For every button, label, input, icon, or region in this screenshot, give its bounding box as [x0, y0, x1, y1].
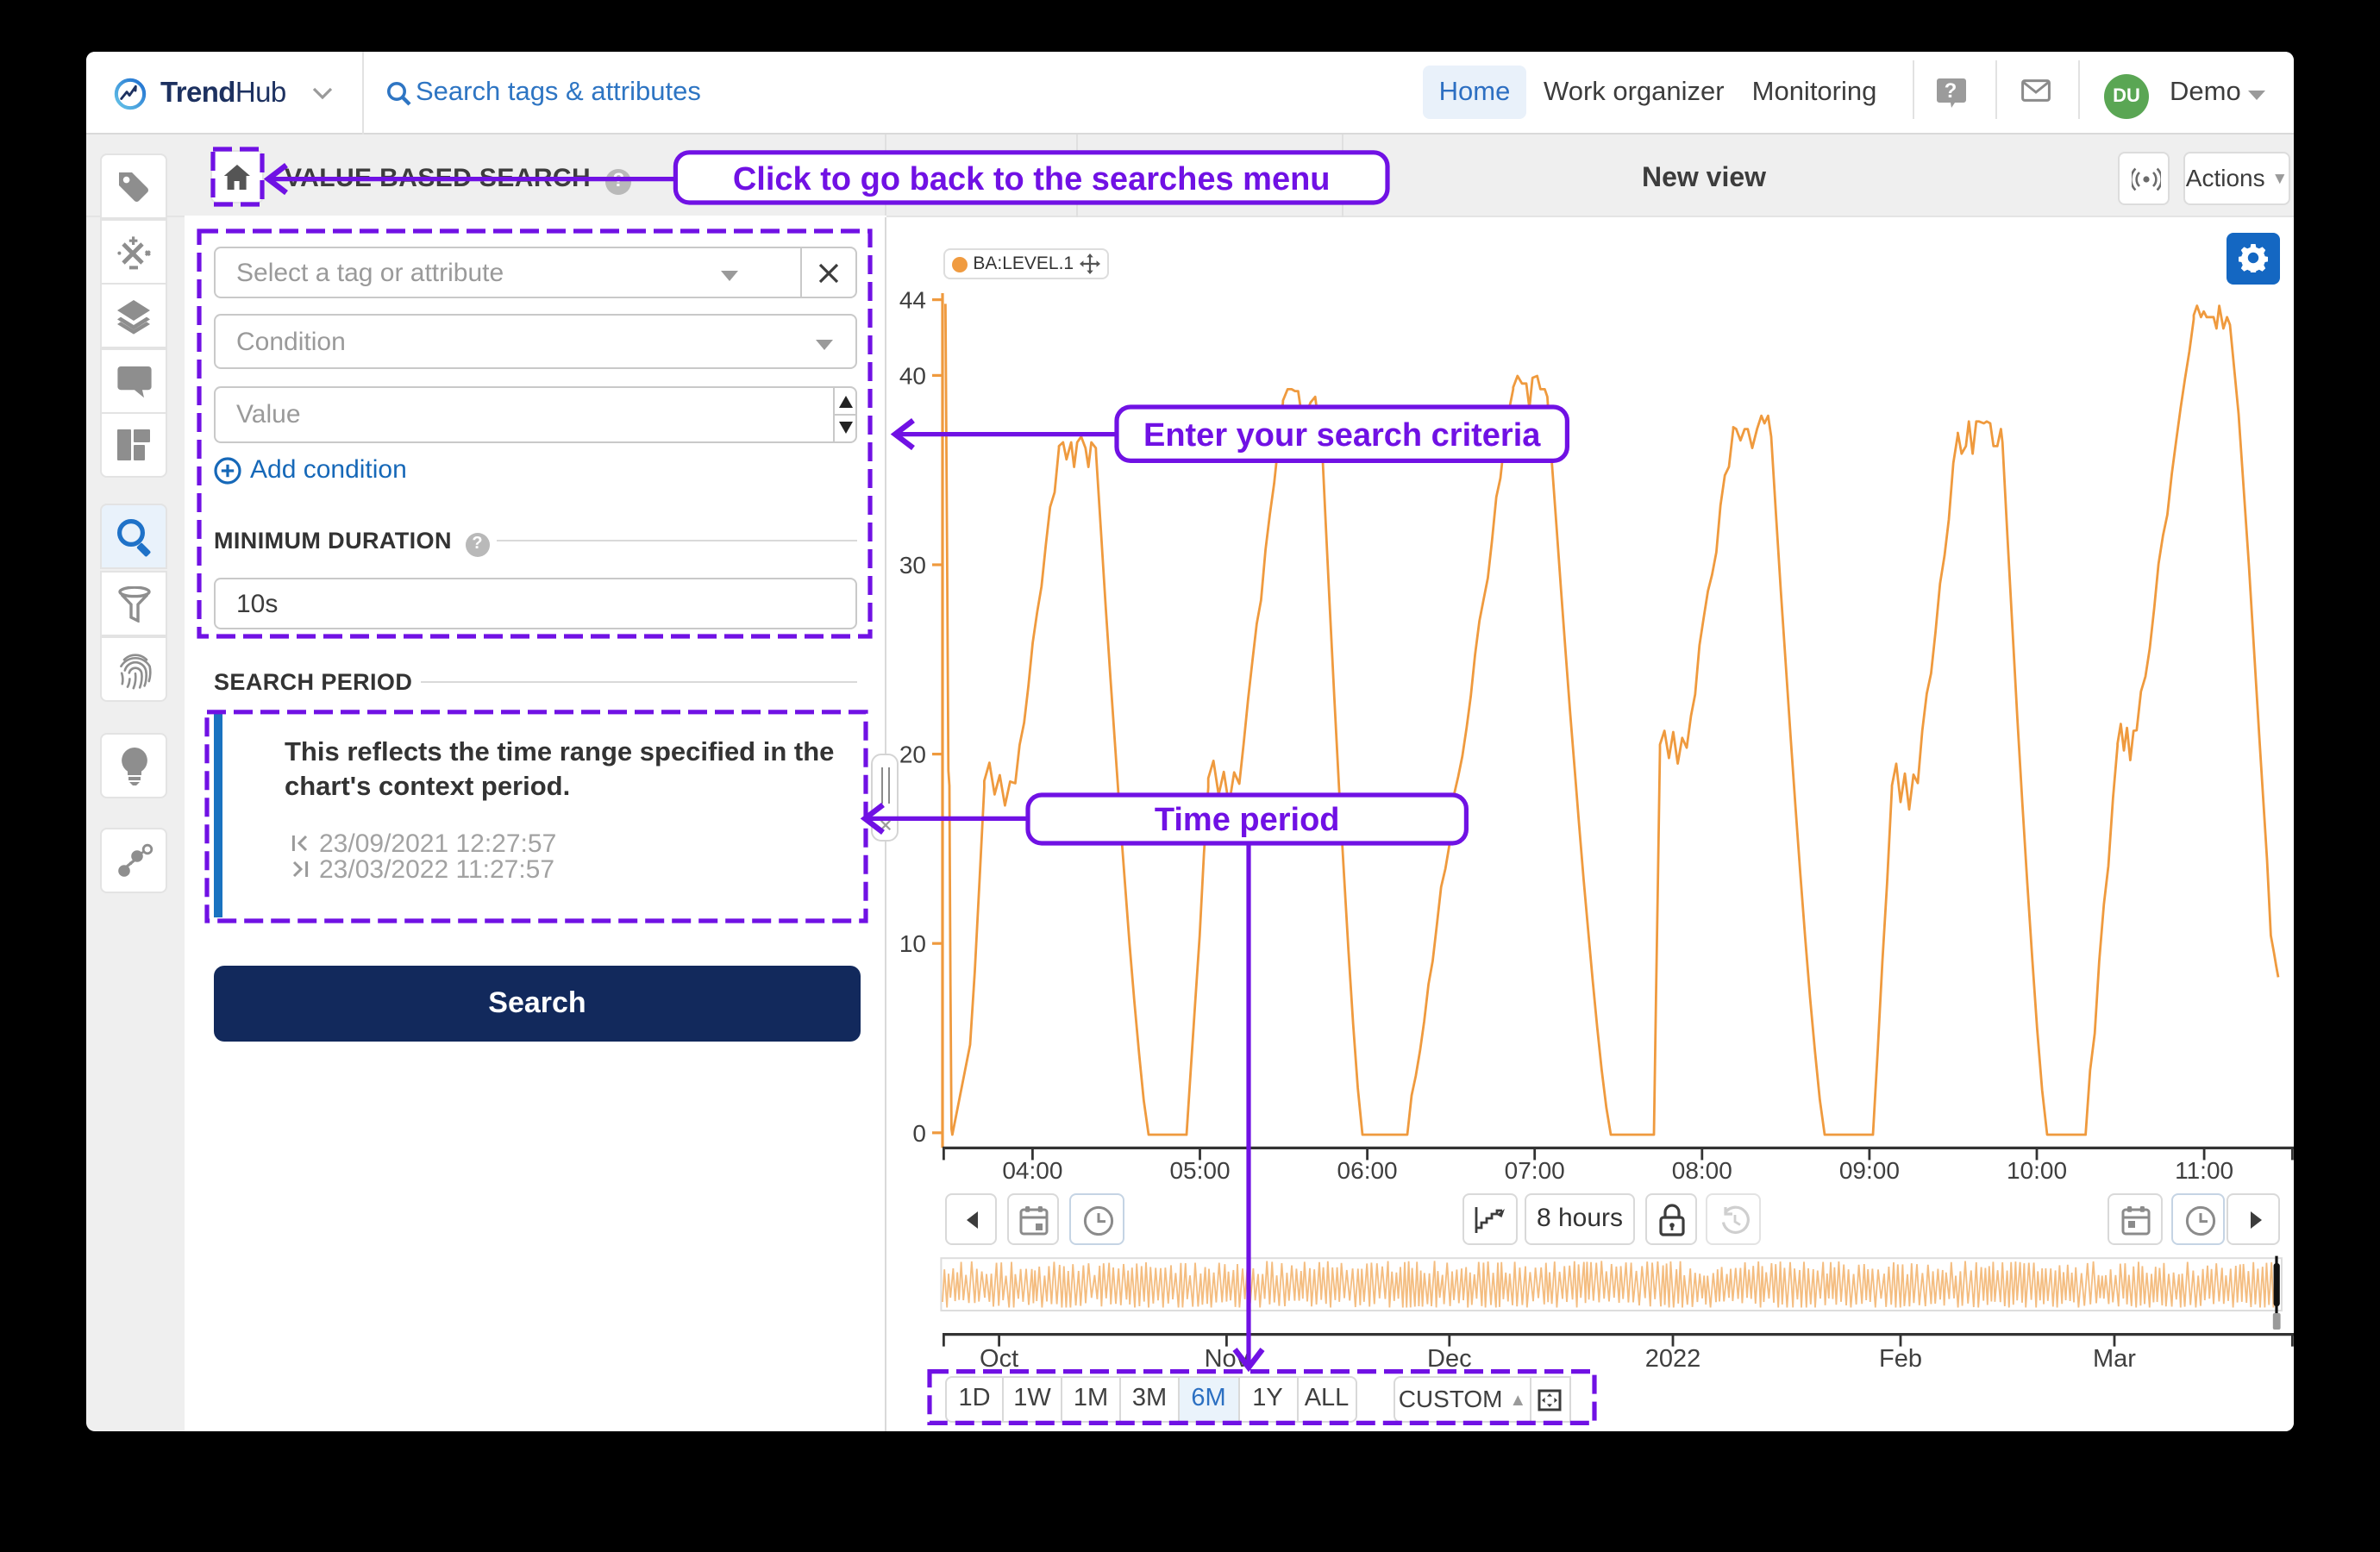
svg-text:?: ? [1945, 79, 1957, 103]
svg-text:Nov: Nov [1205, 1345, 1250, 1373]
svg-text:09:00: 09:00 [1839, 1157, 1900, 1184]
svg-text:06:00: 06:00 [1337, 1157, 1398, 1184]
svg-text:0: 0 [912, 1120, 926, 1147]
svg-text:30: 30 [899, 552, 926, 579]
svg-text:2022: 2022 [1645, 1345, 1701, 1373]
svg-text:40: 40 [899, 362, 926, 389]
svg-text:Mar: Mar [2093, 1345, 2136, 1373]
svg-text:20: 20 [899, 742, 926, 768]
svg-text:04:00: 04:00 [1002, 1157, 1062, 1184]
svg-text:05:00: 05:00 [1169, 1157, 1230, 1184]
svg-text:44: 44 [899, 287, 926, 314]
svg-text:Feb: Feb [1879, 1345, 1922, 1373]
svg-text:08:00: 08:00 [1672, 1157, 1732, 1184]
svg-text:10: 10 [899, 930, 926, 957]
svg-text:10:00: 10:00 [2007, 1157, 2067, 1184]
svg-text:11:00: 11:00 [2175, 1157, 2233, 1184]
svg-text:07:00: 07:00 [1505, 1157, 1565, 1184]
svg-text:Oct: Oct [980, 1345, 1018, 1373]
svg-text:Dec: Dec [1427, 1345, 1472, 1373]
